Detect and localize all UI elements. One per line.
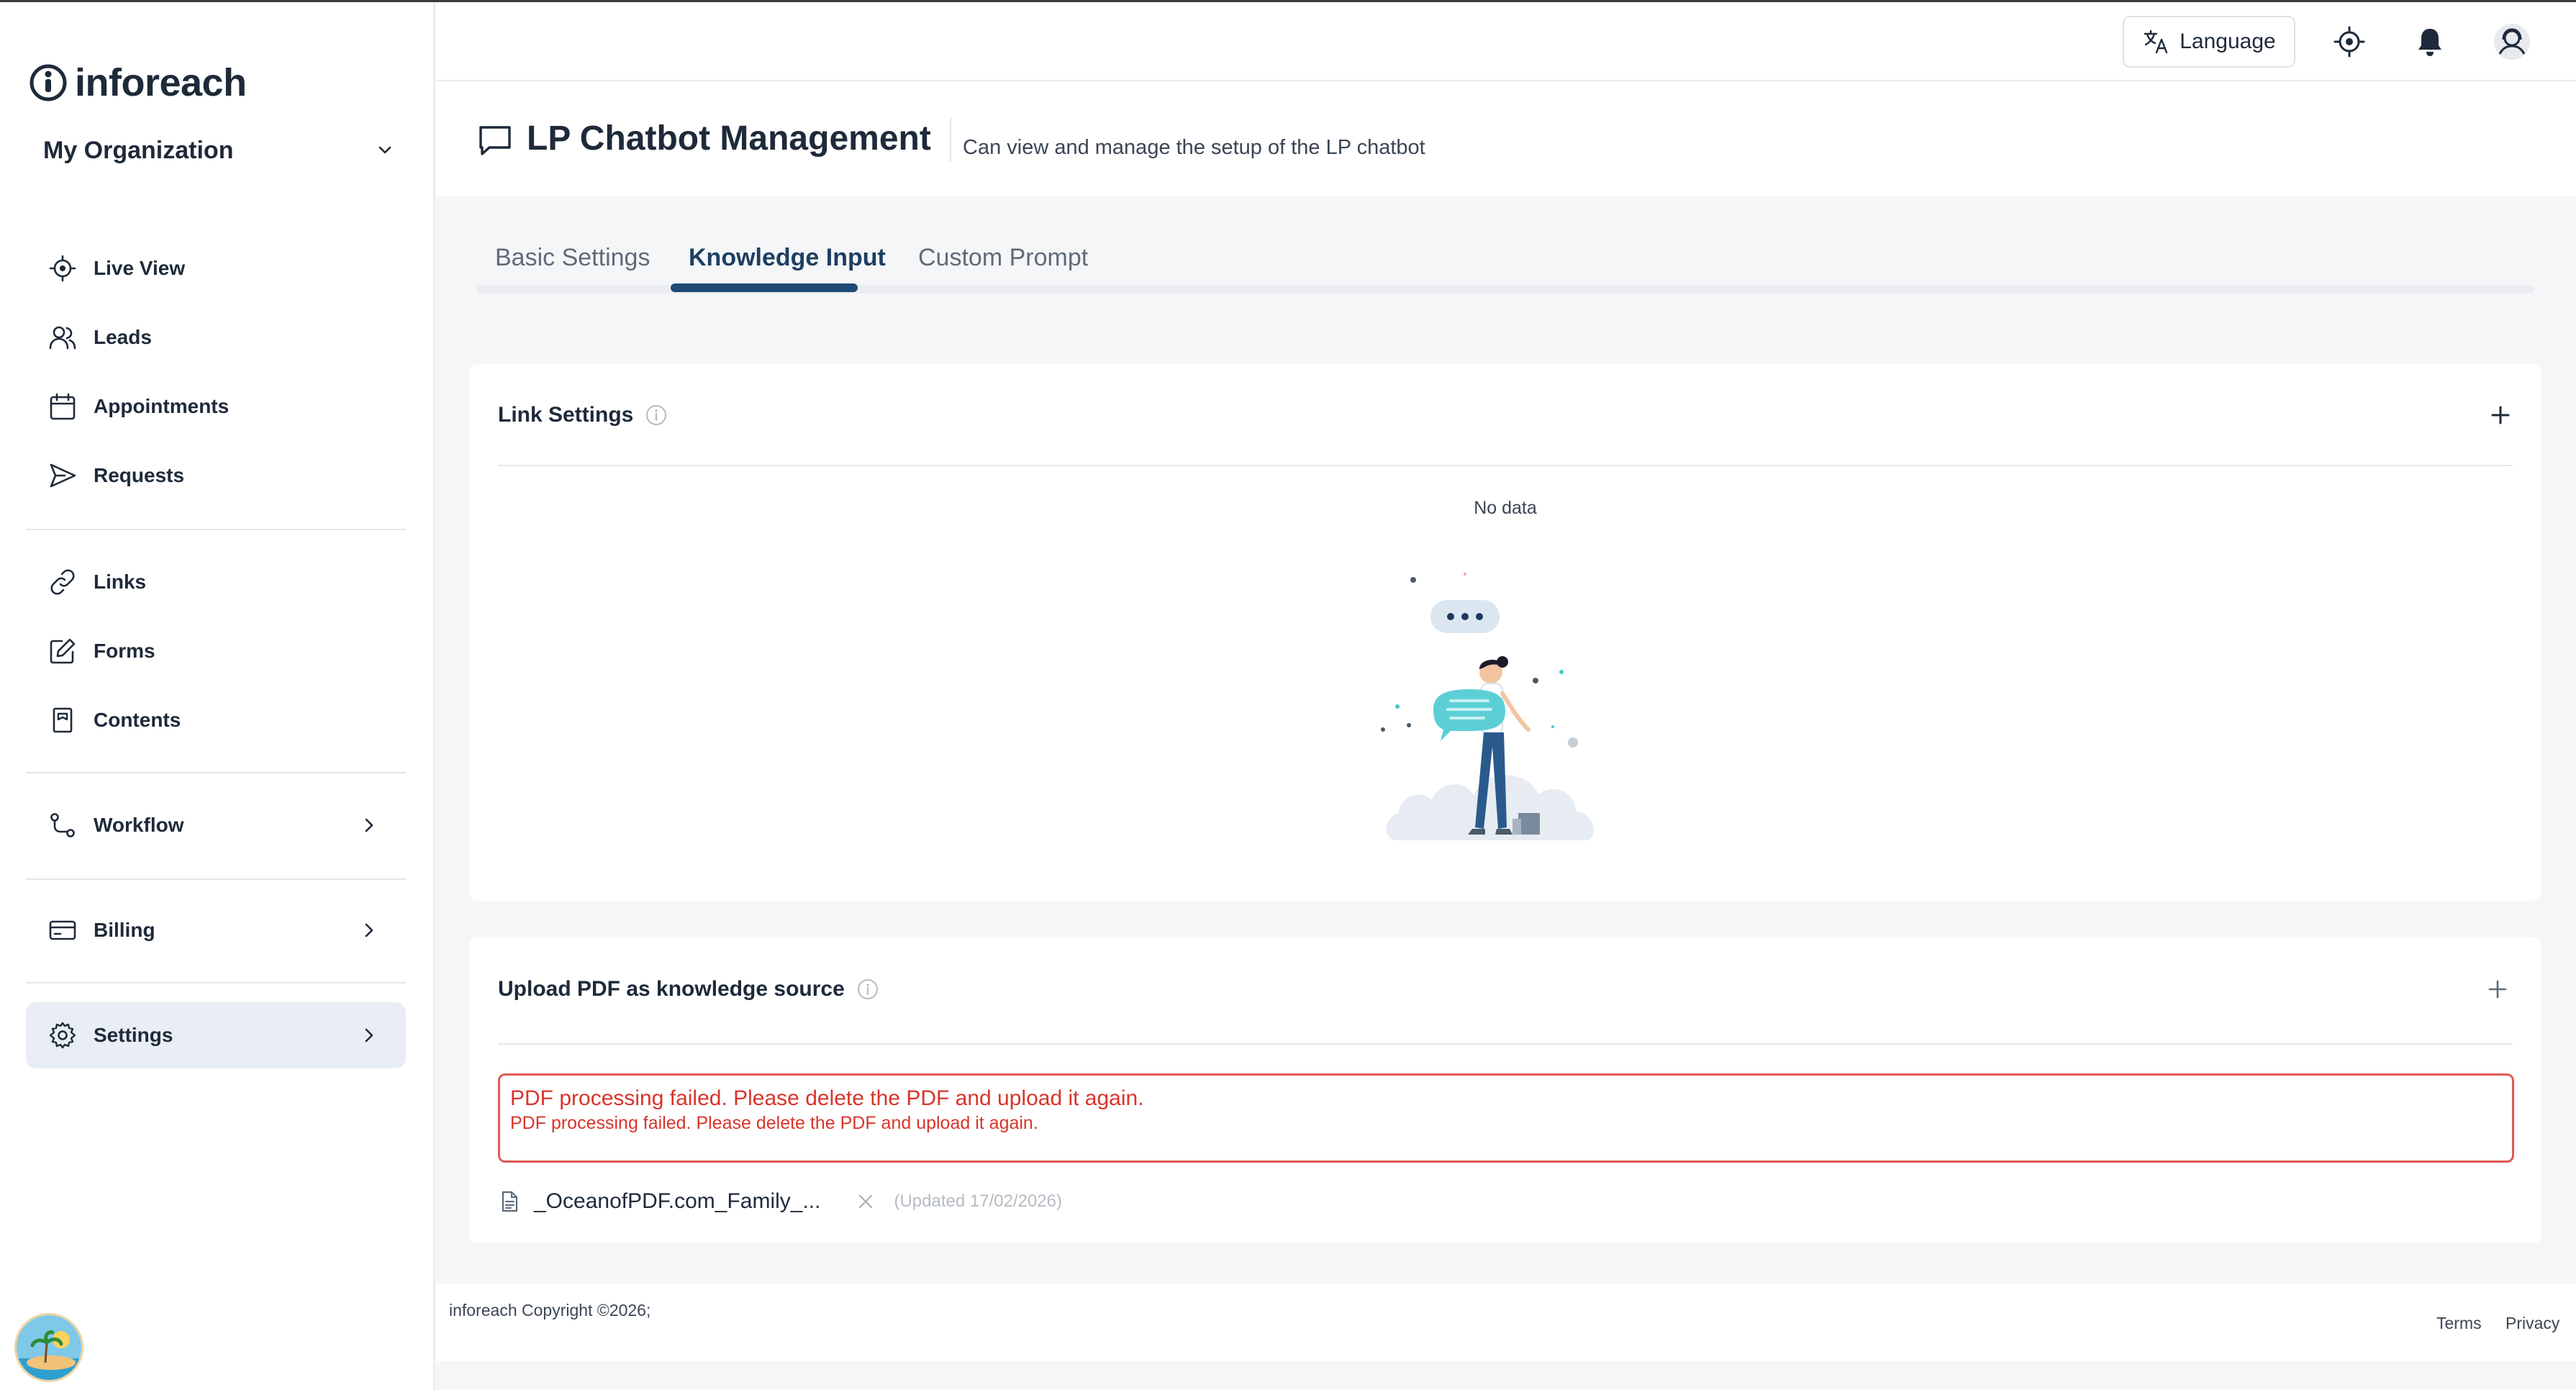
info-logo-icon (30, 64, 67, 101)
add-link-button[interactable] (2488, 403, 2513, 427)
sidebar-item-label: Settings (94, 1024, 173, 1046)
page-subtitle: Can view and manage the setup of the LP … (963, 136, 1425, 159)
send-icon (50, 463, 76, 488)
footer-terms-link[interactable]: Terms (2436, 1314, 2482, 1333)
sidebar-item-label: Live View (94, 257, 186, 279)
island-avatar-icon (17, 1315, 81, 1380)
upload-pdf-title: Upload PDF as knowledge source (498, 977, 879, 1001)
upload-pdf-card: Upload PDF as knowledge source PDF proce… (469, 937, 2541, 1243)
brand-logo[interactable]: inforeach (29, 60, 247, 106)
page-title-bar: LP Chatbot Management Can view and manag… (436, 81, 2576, 196)
sidebar: inforeach My Organization Live View Lead… (0, 2, 435, 1390)
file-icon (502, 1191, 518, 1212)
pdf-file-updated: (Updated 17/02/2026) (894, 1191, 1062, 1211)
gear-icon (49, 1022, 76, 1049)
empty-state-text: No data (1474, 498, 1537, 518)
chevron-right-icon (365, 818, 373, 832)
language-label: Language (2180, 29, 2276, 53)
sidebar-item-appointments[interactable]: Appointments (26, 373, 406, 440)
upload-pdf-title-text: Upload PDF as knowledge source (498, 977, 845, 1001)
sidebar-item-label: Requests (94, 464, 185, 486)
chevron-right-icon (365, 1028, 373, 1042)
brand-name: inforeach (75, 61, 247, 104)
sidebar-item-forms[interactable]: Forms (26, 618, 406, 684)
title-separator (950, 117, 951, 162)
pdf-file-name[interactable]: _OceanofPDF.com_Family_... (534, 1189, 820, 1214)
sidebar-item-label: Billing (94, 919, 155, 941)
card-icon (49, 920, 76, 940)
sidebar-item-label: Links (94, 571, 147, 593)
sidebar-item-links[interactable]: Links (26, 549, 406, 615)
sidebar-item-label: Appointments (94, 395, 230, 417)
page-title: LP Chatbot Management (527, 119, 931, 158)
language-button[interactable]: Language (2123, 16, 2295, 68)
sidebar-item-contents[interactable]: Contents (26, 687, 406, 753)
calendar-icon (50, 393, 76, 420)
pdf-error-alert: PDF processing failed. Please delete the… (498, 1073, 2514, 1163)
workflow-icon (50, 813, 75, 837)
empty-state-illustration (1381, 573, 1594, 840)
sidebar-divider (26, 529, 406, 530)
sidebar-item-live-view[interactable]: Live View (26, 235, 406, 301)
sidebar-divider (26, 982, 406, 984)
sidebar-item-workflow[interactable]: Workflow (26, 792, 406, 858)
top-header: Language (436, 2, 2576, 81)
info-icon[interactable] (856, 978, 879, 1001)
sidebar-divider (26, 878, 406, 880)
card-divider (498, 465, 2513, 466)
chevron-down-icon (378, 146, 391, 154)
location-target-icon[interactable] (2331, 24, 2367, 60)
footer-privacy-link[interactable]: Privacy (2505, 1314, 2559, 1333)
users-icon (49, 326, 76, 350)
sidebar-item-label: Leads (94, 326, 152, 348)
edit-icon (50, 638, 76, 664)
add-pdf-button[interactable] (2485, 977, 2510, 1001)
bell-icon[interactable] (2412, 24, 2448, 60)
pdf-file-row: _OceanofPDF.com_Family_... (Updated 17/0… (498, 1187, 1062, 1216)
tab-custom-prompt[interactable]: Custom Prompt (918, 230, 1088, 285)
active-tab-indicator (671, 283, 858, 292)
translate-icon (2144, 29, 2168, 54)
link-settings-title-text: Link Settings (498, 403, 634, 427)
sidebar-item-label: Contents (94, 709, 181, 731)
link-settings-card: Link Settings No data (469, 364, 2541, 901)
sidebar-item-settings[interactable]: Settings (26, 1002, 406, 1068)
sidebar-item-label: Forms (94, 640, 155, 662)
chat-bubble-icon (479, 126, 511, 155)
target-icon (49, 255, 76, 282)
sidebar-item-requests[interactable]: Requests (26, 442, 406, 509)
sidebar-item-billing[interactable]: Billing (26, 897, 406, 963)
link-icon (50, 569, 75, 595)
user-avatar-icon[interactable] (2493, 22, 2531, 61)
sidebar-item-label: Workflow (94, 814, 184, 836)
link-settings-title: Link Settings (498, 403, 668, 427)
delete-file-icon[interactable] (855, 1191, 876, 1212)
app-root: inforeach My Organization Live View Lead… (0, 0, 2576, 1390)
card-divider (498, 1043, 2513, 1045)
organization-selector[interactable]: My Organization (43, 132, 396, 169)
pdf-error-description: PDF processing failed. Please delete the… (510, 1113, 1038, 1133)
chevron-right-icon (365, 923, 373, 937)
sidebar-item-leads[interactable]: Leads (26, 304, 406, 371)
sidebar-divider (26, 772, 406, 773)
tab-knowledge-input[interactable]: Knowledge Input (689, 230, 886, 285)
info-icon[interactable] (645, 404, 668, 427)
tab-basic-settings[interactable]: Basic Settings (495, 230, 650, 285)
user-avatar-bottom[interactable] (14, 1313, 83, 1382)
footer: inforeach Copyright ©2026; Terms Privacy (436, 1284, 2576, 1361)
book-icon (53, 707, 73, 733)
organization-label: My Organization (43, 136, 234, 164)
pdf-error-title: PDF processing failed. Please delete the… (510, 1086, 1144, 1110)
tabs: Basic Settings Knowledge Input Custom Pr… (476, 230, 2534, 296)
footer-copyright: inforeach Copyright ©2026; (449, 1301, 651, 1319)
